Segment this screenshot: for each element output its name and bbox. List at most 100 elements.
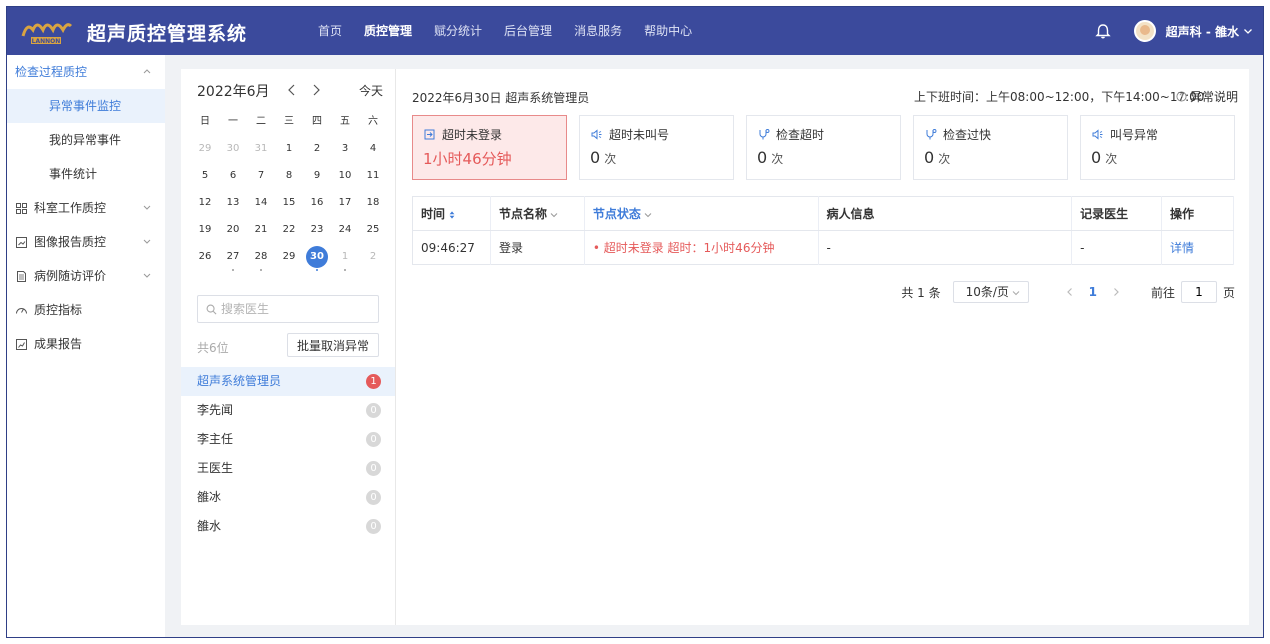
user-name[interactable]: 超声科 - 雒水 <box>1166 23 1239 40</box>
doctor-abnormal-count-badge: 0 <box>366 519 381 534</box>
calendar-day[interactable]: 21 <box>247 221 275 248</box>
nav-item-1[interactable]: 质控管理 <box>353 7 423 55</box>
calendar-day[interactable]: 15 <box>275 194 303 221</box>
calendar-day[interactable]: 7 <box>247 167 275 194</box>
doctor-list-item[interactable]: 王医生 0 <box>181 454 395 483</box>
calendar-day[interactable]: 14 <box>247 194 275 221</box>
calendar-day[interactable]: 17 <box>331 194 359 221</box>
doctor-list-item[interactable]: 雒水 0 <box>181 512 395 541</box>
calendar-today-button[interactable]: 今天 <box>359 82 383 99</box>
sidebar-group-5[interactable]: 成果报告 <box>7 327 165 361</box>
chevron-right-icon[interactable] <box>309 83 323 97</box>
sidebar-group-2[interactable]: 图像报告质控 <box>7 225 165 259</box>
calendar-day[interactable]: 19 <box>191 221 219 248</box>
calendar-day[interactable]: 29 <box>275 248 303 275</box>
calendar-day[interactable]: 24 <box>331 221 359 248</box>
next-page-icon[interactable] <box>1111 287 1121 297</box>
calendar-month-title: 2022年6月 <box>197 84 270 100</box>
calendar-day[interactable]: 27 <box>219 248 247 275</box>
abnormal-help-label: 异常说明 <box>1190 90 1239 104</box>
calendar-day[interactable]: 10 <box>331 167 359 194</box>
calendar-day[interactable]: 26 <box>191 248 219 275</box>
calendar-day[interactable]: 1 <box>275 140 303 167</box>
sidebar-group-label: 质控指标 <box>34 303 83 317</box>
sidebar-group-3[interactable]: 病例随访评价 <box>7 259 165 293</box>
header-right: 超声科 - 雒水 <box>1094 7 1253 55</box>
calendar-day[interactable]: 31 <box>247 140 275 167</box>
stat-card-title: 检查过快 <box>943 127 992 142</box>
stat-card-2[interactable]: 检查超时 0 次 <box>746 115 901 180</box>
calendar-day[interactable]: 12 <box>191 194 219 221</box>
calendar-day[interactable]: 9 <box>303 167 331 194</box>
calendar-day[interactable]: 11 <box>359 167 387 194</box>
user-avatar[interactable] <box>1133 20 1156 42</box>
stat-card-0[interactable]: 超时未登录 1小时46分钟 <box>412 115 567 180</box>
stat-card-title: 超时未登录 <box>442 127 503 142</box>
sidebar-item-0-1[interactable]: 我的异常事件 <box>7 123 165 157</box>
doctor-list-item[interactable]: 超声系统管理员 1 <box>181 367 395 396</box>
col-node-name[interactable]: 节点名称 <box>490 196 585 231</box>
doctor-name: 李先闻 <box>197 403 234 417</box>
calendar-day[interactable]: 2 <box>303 140 331 167</box>
calendar-day[interactable]: 1 <box>331 248 359 275</box>
abnormal-help-link[interactable]: 异常说明 <box>1176 88 1238 105</box>
stat-card-value: 0 <box>757 148 768 167</box>
stat-card-4[interactable]: 叫号异常 0 次 <box>1080 115 1235 180</box>
batch-cancel-abnormal-button[interactable]: 批量取消异常 <box>287 333 379 357</box>
sort-icon[interactable] <box>448 210 456 219</box>
stat-card-unit: 次 <box>604 152 617 166</box>
bell-icon[interactable] <box>1094 22 1112 40</box>
sidebar-item-0-0[interactable]: 异常事件监控 <box>7 89 165 123</box>
page-size-select[interactable]: 10条/页 <box>952 281 1029 303</box>
calendar-day[interactable]: 23 <box>303 221 331 248</box>
calendar-day[interactable]: 6 <box>219 167 247 194</box>
col-node-status[interactable]: 节点状态 <box>584 196 819 231</box>
calendar-day[interactable]: 13 <box>219 194 247 221</box>
sidebar-group-1[interactable]: 科室工作质控 <box>7 191 165 225</box>
doctor-list-item[interactable]: 李先闻 0 <box>181 396 395 425</box>
stat-cards: 超时未登录 1小时46分钟 超时未叫号 0 次检查超时 0 次检查过快 0 次叫号异常 0 次 <box>412 115 1247 180</box>
sidebar-group-0[interactable]: 检查过程质控 <box>7 55 165 89</box>
nav-item-3[interactable]: 后台管理 <box>493 7 563 55</box>
nav-item-5[interactable]: 帮助中心 <box>633 7 703 55</box>
calendar-day[interactable]: 2 <box>359 248 387 275</box>
doctor-list-item[interactable]: 雒冰 0 <box>181 483 395 512</box>
doctor-abnormal-count-badge: 0 <box>366 461 381 476</box>
chevron-down-icon <box>143 273 151 278</box>
sidebar-item-0-2[interactable]: 事件统计 <box>7 157 165 191</box>
calendar-day-selected[interactable]: 30 <box>303 246 331 275</box>
nav-item-2[interactable]: 赋分统计 <box>423 7 493 55</box>
goto-page-input[interactable] <box>1180 281 1217 303</box>
calendar-day[interactable]: 16 <box>303 194 331 221</box>
stat-card-3[interactable]: 检查过快 0 次 <box>913 115 1068 180</box>
calendar-day[interactable]: 25 <box>359 221 387 248</box>
calendar-day[interactable]: 18 <box>359 194 387 221</box>
calendar-day[interactable]: 4 <box>359 140 387 167</box>
calendar-day[interactable]: 20 <box>219 221 247 248</box>
doctor-list-item[interactable]: 李主任 0 <box>181 425 395 454</box>
weekday-label: 五 <box>340 116 350 127</box>
calendar-day[interactable]: 5 <box>191 167 219 194</box>
chevron-down-icon[interactable] <box>1243 26 1253 36</box>
calendar-day[interactable]: 30 <box>219 140 247 167</box>
nav-item-4[interactable]: 消息服务 <box>563 7 633 55</box>
calendar-day[interactable]: 22 <box>275 221 303 248</box>
page-number-current[interactable]: 1 <box>1089 285 1097 299</box>
stat-card-1[interactable]: 超时未叫号 0 次 <box>579 115 734 180</box>
calendar-day[interactable]: 29 <box>191 140 219 167</box>
calendar-day[interactable]: 28 <box>247 248 275 275</box>
filter-chevron-icon[interactable] <box>550 211 558 219</box>
nav-item-0[interactable]: 首页 <box>307 7 353 55</box>
col-record-doctor: 记录医生 <box>1071 196 1163 231</box>
filter-chevron-icon[interactable] <box>644 211 652 219</box>
doctor-search-input[interactable] <box>221 302 371 316</box>
prev-page-icon[interactable] <box>1065 287 1075 297</box>
doctor-search-box[interactable] <box>197 295 379 323</box>
calendar-day[interactable]: 8 <box>275 167 303 194</box>
sidebar-group-4[interactable]: 质控指标 <box>7 293 165 327</box>
goto-prefix: 前往 <box>1150 285 1175 300</box>
chevron-left-icon[interactable] <box>285 83 299 97</box>
col-time[interactable]: 时间 <box>412 196 491 231</box>
detail-link[interactable]: 详情 <box>1161 230 1234 265</box>
calendar-day[interactable]: 3 <box>331 140 359 167</box>
